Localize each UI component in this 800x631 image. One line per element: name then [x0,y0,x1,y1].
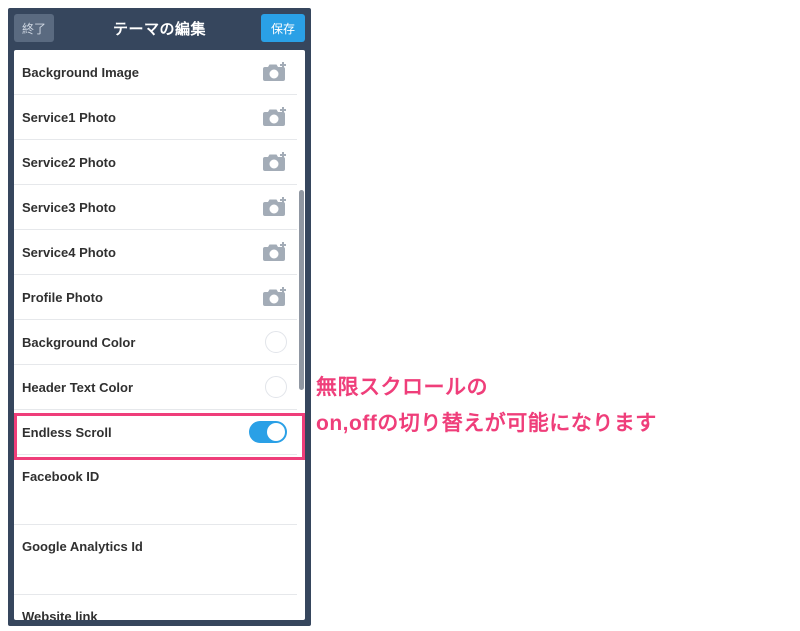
annotation-line2: on,offの切り替えが可能になります [316,406,786,442]
row-label: Background Image [22,65,139,80]
settings-list: Background Image Service1 Photo Service2… [14,50,297,620]
row-profile-photo[interactable]: Profile Photo [14,275,297,320]
row-label: Service4 Photo [22,245,116,260]
row-label: Service3 Photo [22,200,116,215]
camera-add-icon[interactable] [261,61,287,83]
row-label: Endless Scroll [22,425,112,440]
camera-add-icon[interactable] [261,106,287,128]
camera-add-icon[interactable] [261,151,287,173]
row-label: Google Analytics Id [22,539,143,554]
row-label: Header Text Color [22,380,133,395]
row-service3-photo[interactable]: Service3 Photo [14,185,297,230]
theme-edit-panel: 終了 テーマの編集 保存 Background Image Service1 P… [8,8,311,626]
row-background-image[interactable]: Background Image [14,50,297,95]
row-service2-photo[interactable]: Service2 Photo [14,140,297,185]
row-service4-photo[interactable]: Service4 Photo [14,230,297,275]
row-background-color[interactable]: Background Color [14,320,297,365]
row-label: Service2 Photo [22,155,116,170]
save-button[interactable]: 保存 [261,14,305,42]
camera-add-icon[interactable] [261,241,287,263]
exit-button[interactable]: 終了 [14,14,54,42]
camera-add-icon[interactable] [261,196,287,218]
panel-title: テーマの編集 [113,18,206,39]
camera-add-icon[interactable] [261,286,287,308]
save-button-label: 保存 [271,20,295,37]
scrollbar[interactable] [299,190,304,390]
row-label: Website link [22,609,98,620]
annotation-text: 無限スクロールの on,offの切り替えが可能になります [316,370,786,441]
row-endless-scroll[interactable]: Endless Scroll [14,410,297,455]
row-label: Profile Photo [22,290,103,305]
toggle-switch[interactable] [249,421,287,443]
color-swatch[interactable] [265,331,287,353]
panel-body: Background Image Service1 Photo Service2… [14,50,305,620]
exit-button-label: 終了 [22,20,46,37]
row-label: Service1 Photo [22,110,116,125]
row-google-analytics-id[interactable]: Google Analytics Id [14,525,297,595]
row-website-link[interactable]: Website link [14,595,297,620]
row-header-text-color[interactable]: Header Text Color [14,365,297,410]
row-label: Facebook ID [22,469,99,484]
row-service1-photo[interactable]: Service1 Photo [14,95,297,140]
color-swatch[interactable] [265,376,287,398]
row-label: Background Color [22,335,135,350]
row-facebook-id[interactable]: Facebook ID [14,455,297,525]
panel-header: 終了 テーマの編集 保存 [8,8,311,48]
annotation-line1: 無限スクロールの [316,370,786,406]
